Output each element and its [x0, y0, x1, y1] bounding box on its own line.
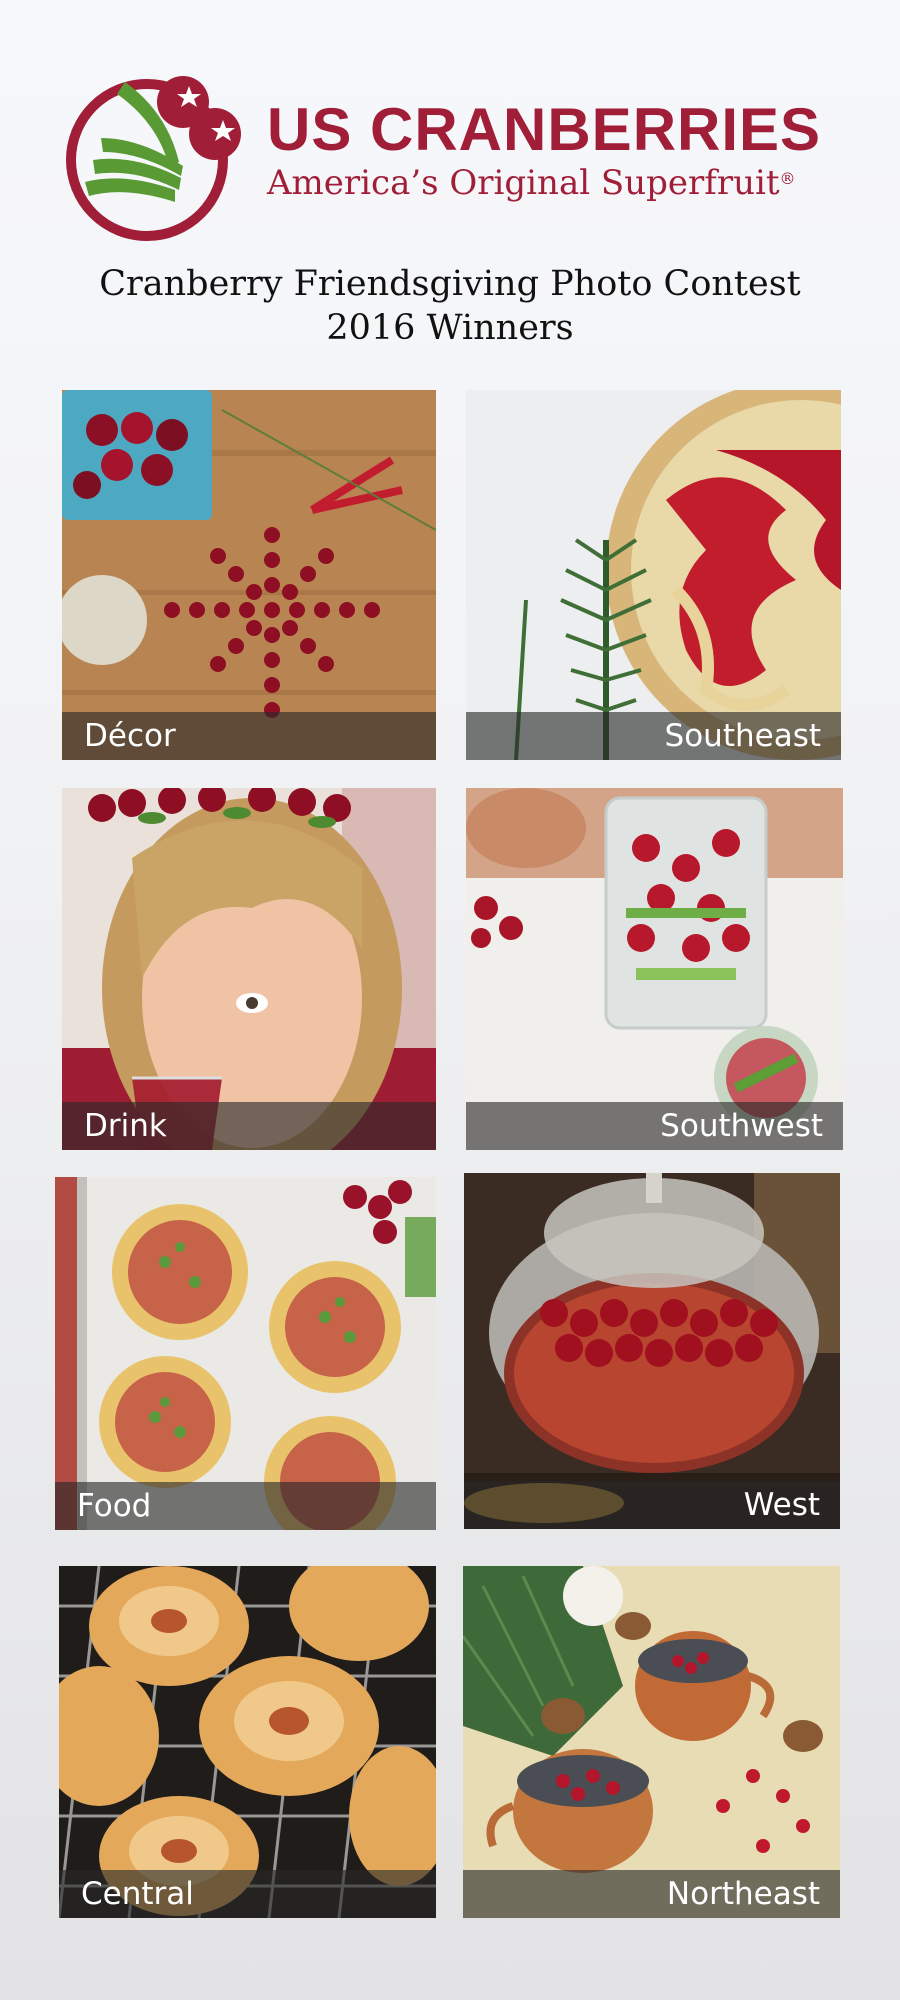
brand-tagline: America’s Original Superfruit®: [267, 163, 796, 203]
west-photo: [464, 1173, 840, 1529]
tile-label: Southeast: [664, 718, 821, 754]
decor-photo: [62, 390, 436, 760]
title-line-2: 2016 Winners: [326, 308, 574, 348]
photo-tile-southwest: Southwest: [466, 788, 843, 1150]
photo-tile-decor: Décor: [62, 390, 436, 760]
tile-label: Southwest: [660, 1108, 823, 1144]
brand-name: US CRANBERRIES: [267, 96, 822, 163]
photo-tile-southeast: Southeast: [466, 390, 841, 760]
central-photo: [59, 1566, 436, 1918]
photo-tile-food: Food: [55, 1177, 436, 1530]
tile-label: West: [743, 1487, 820, 1523]
food-photo: [55, 1177, 436, 1530]
tile-label: Décor: [84, 718, 176, 754]
tile-label: Central: [81, 1876, 194, 1912]
header: US CRANBERRIES America’s Original Superf…: [0, 0, 900, 380]
photo-tile-central: Central: [59, 1566, 436, 1918]
southwest-photo: [466, 788, 843, 1150]
photo-tile-northeast: Northeast: [463, 1566, 840, 1918]
drink-photo: [62, 788, 436, 1150]
brand-tagline-text: America’s Original Superfruit: [267, 163, 780, 203]
photo-tile-drink: Drink: [62, 788, 436, 1150]
photo-tile-west: West: [464, 1173, 840, 1529]
northeast-photo: [463, 1566, 840, 1918]
title-line-1: Cranberry Friendsgiving Photo Contest: [99, 264, 801, 304]
tile-label: Northeast: [666, 1876, 820, 1912]
tile-label: Drink: [84, 1108, 167, 1144]
southeast-photo: [466, 390, 841, 760]
cranberry-logo: [66, 76, 241, 241]
tile-label: Food: [77, 1488, 152, 1524]
registered-mark: ®: [779, 169, 796, 188]
page-title: Cranberry Friendsgiving Photo Contest 20…: [0, 262, 900, 350]
